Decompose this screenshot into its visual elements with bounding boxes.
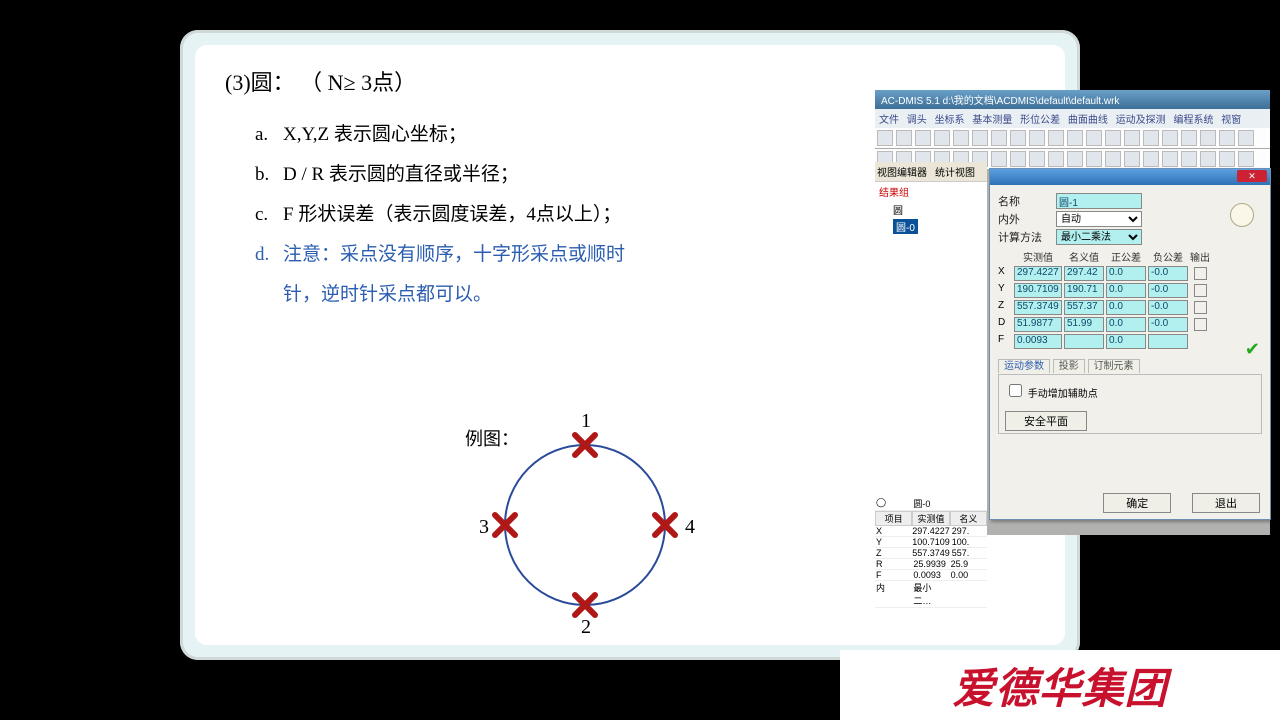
ok-button[interactable]: 确定	[1103, 493, 1171, 513]
bg-circle: 圆-0	[912, 497, 949, 511]
bullet-a-text: X,Y,Z 表示圆心坐标；	[283, 115, 467, 155]
brand-text: 爱德华集团	[952, 655, 1167, 716]
tab-project[interactable]: 投影	[1053, 359, 1085, 373]
svg-text:3: 3	[479, 516, 489, 538]
tree-panel[interactable]: 视图编辑器统计视图 结果组 圆 圆-0 ◯圆-0 项目实测值名义 X297.42…	[875, 162, 987, 532]
svg-text:4: 4	[685, 516, 695, 538]
aux-checkbox[interactable]: 手动增加辅助点	[1005, 389, 1098, 400]
tree-node-circle0[interactable]: 圆-0	[875, 218, 987, 235]
bullet-b-label: b.	[255, 155, 283, 195]
menu-csys[interactable]: 坐标系	[935, 115, 965, 126]
menu-measure[interactable]: 基本测量	[972, 115, 1012, 126]
bullet-c-text: F 形状误差（表示圆度误差，4点以上）；	[283, 195, 621, 235]
col-out: 输出	[1190, 249, 1210, 264]
tree-tabs[interactable]: 视图编辑器统计视图	[875, 162, 987, 182]
bg-h1: 实测值	[912, 511, 949, 526]
col-nominal: 名义值	[1064, 249, 1104, 264]
tab-custom[interactable]: 订制元素	[1088, 359, 1140, 373]
io-select[interactable]: 自动	[1056, 211, 1142, 227]
bullet-d-text2: 针，逆时针采点都可以。	[283, 275, 492, 315]
calc-label: 计算方法	[998, 229, 1056, 245]
col-ptol: 正公差	[1106, 249, 1146, 264]
refresh-icon[interactable]	[1230, 203, 1254, 227]
menu-tol[interactable]: 形位公差	[1020, 115, 1060, 126]
param-pane: 手动增加辅助点 安全平面	[998, 374, 1262, 434]
tolerance-grid: 实测值 名义值 正公差 负公差 输出 X297.4227297.420.0-0.…	[998, 249, 1262, 349]
menu-file[interactable]: 文件	[879, 115, 899, 126]
col-measured: 实测值	[1014, 249, 1062, 264]
circle-dialog: ✕ 名称 内外自动 计算方法最小二乘法 实测值 名义值 正公差 负公差 输出 X…	[989, 168, 1271, 520]
cmm-app-window: AC-DMIS 5.1 d:\我的文档\ACDMIS\default\defau…	[875, 90, 1270, 535]
name-input[interactable]	[1056, 193, 1142, 209]
slide-stage: (3)圆： （ N≥ 3点） a.X,Y,Z 表示圆心坐标； b.D / R 表…	[180, 30, 1080, 660]
safe-plane-button[interactable]: 安全平面	[1005, 411, 1087, 431]
circle-figure: 1 2 3 4	[475, 405, 715, 635]
svg-text:1: 1	[581, 410, 591, 432]
app-menubar[interactable]: 文件 调头 坐标系 基本测量 形位公差 曲面曲线 运动及探测 编程系统 视窗	[875, 109, 1270, 128]
out-check[interactable]	[1194, 267, 1207, 280]
svg-text:2: 2	[581, 616, 591, 635]
bottom-grid: ◯圆-0 项目实测值名义 X297.4227297. Y100.7109100.…	[875, 497, 987, 608]
bullet-d-text1: 注意：采点没有顺序，十字形采点或顺时	[283, 235, 625, 275]
menu-motion[interactable]: 运动及探测	[1116, 115, 1166, 126]
tree-tab-2[interactable]: 统计视图	[935, 164, 975, 179]
calc-select[interactable]: 最小二乘法	[1056, 229, 1142, 245]
bullet-c-label: c.	[255, 195, 283, 235]
brand-banner: 爱德华集团	[840, 650, 1280, 720]
close-icon[interactable]: ✕	[1237, 170, 1267, 182]
menu-curve[interactable]: 曲面曲线	[1068, 115, 1108, 126]
check-icon[interactable]: ✔	[1245, 339, 1260, 360]
bg-h0: 项目	[875, 511, 912, 526]
bullet-b-text: D / R 表示圆的直径或半径；	[283, 155, 519, 195]
io-label: 内外	[998, 211, 1056, 227]
bg-h2: 名义	[950, 511, 987, 526]
bullet-a-label: a.	[255, 115, 283, 155]
app-titlebar: AC-DMIS 5.1 d:\我的文档\ACDMIS\default\defau…	[875, 90, 1270, 109]
name-label: 名称	[998, 193, 1056, 209]
menu-view[interactable]: 视窗	[1221, 115, 1241, 126]
menu-prog[interactable]: 编程系统	[1173, 115, 1213, 126]
tree-root[interactable]: 结果组	[875, 182, 987, 201]
bullet-d-label: d.	[255, 235, 283, 275]
param-tabs[interactable]: 运动参数 投影 订制元素	[998, 357, 1262, 372]
exit-button[interactable]: 退出	[1192, 493, 1260, 513]
menu-probe[interactable]: 调头	[907, 115, 927, 126]
tab-motion[interactable]: 运动参数	[998, 359, 1050, 373]
slide-page: (3)圆： （ N≥ 3点） a.X,Y,Z 表示圆心坐标； b.D / R 表…	[195, 45, 1065, 645]
col-ntol: 负公差	[1148, 249, 1188, 264]
dialog-titlebar[interactable]: ✕	[990, 169, 1270, 185]
tree-tab-1[interactable]: 视图编辑器	[877, 164, 927, 179]
tree-node-circle[interactable]: 圆	[875, 201, 987, 218]
toolbar-1[interactable]	[875, 128, 1270, 149]
